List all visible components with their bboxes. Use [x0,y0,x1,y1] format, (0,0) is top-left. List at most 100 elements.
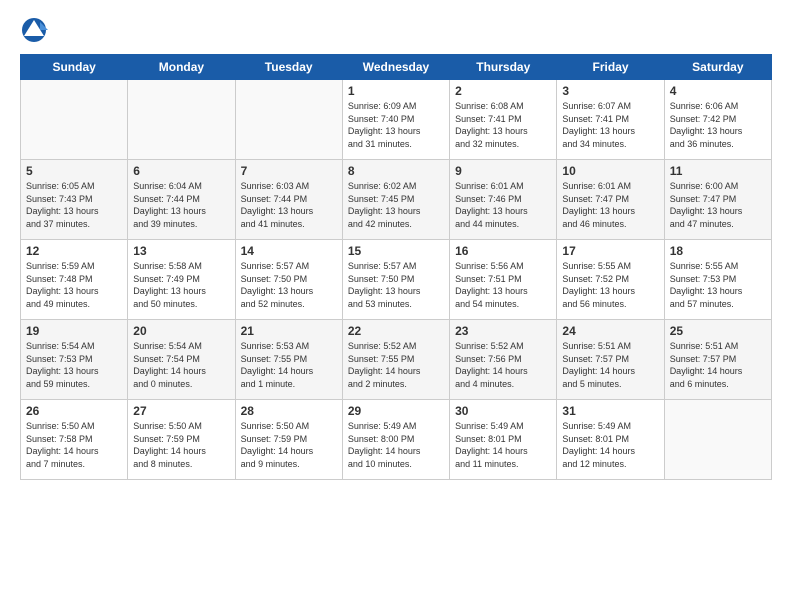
calendar-cell: 31Sunrise: 5:49 AM Sunset: 8:01 PM Dayli… [557,400,664,480]
day-info: Sunrise: 6:04 AM Sunset: 7:44 PM Dayligh… [133,180,229,230]
calendar-cell: 27 Sunrise: 5:50 AM Sunset: 7:59 PM Dayli… [128,400,235,480]
day-number: 3 [562,84,658,98]
calendar-cell: 29 Sunrise: 5:49 AM Sunset: 8:00 PM Dayli… [342,400,449,480]
day-info: Sunrise: 6:09 AM Sunset: 7:40 PM Dayligh… [348,100,444,150]
day-number: 23 [455,324,551,338]
day-info: Sunrise: 5:59 AM Sunset: 7:48 PM Dayligh… [26,260,122,310]
week-row-4: 19Sunrise: 5:54 AM Sunset: 7:53 PM Dayli… [21,320,772,400]
day-number: 11 [670,164,766,178]
weekday-header-sunday: Sunday [21,55,128,80]
day-number: 28 [241,404,337,418]
week-row-3: 12 Sunrise: 5:59 AM Sunset: 7:48 PM Dayli… [21,240,772,320]
calendar-cell: 4 Sunrise: 6:06 AM Sunset: 7:42 PM Daylig… [664,80,771,160]
day-number: 1 [348,84,444,98]
day-number: 18 [670,244,766,258]
day-info: Sunrise: 6:07 AM Sunset: 7:41 PM Dayligh… [562,100,658,150]
calendar-table: SundayMondayTuesdayWednesdayThursdayFrid… [20,54,772,480]
week-row-1: 1 Sunrise: 6:09 AM Sunset: 7:40 PM Daylig… [21,80,772,160]
calendar-cell: 1 Sunrise: 6:09 AM Sunset: 7:40 PM Daylig… [342,80,449,160]
day-info: Sunrise: 5:52 AM Sunset: 7:56 PM Dayligh… [455,340,551,390]
calendar-cell: 9 Sunrise: 6:01 AM Sunset: 7:46 PM Daylig… [450,160,557,240]
calendar-cell: 25Sunrise: 5:51 AM Sunset: 7:57 PM Dayli… [664,320,771,400]
day-number: 19 [26,324,122,338]
weekday-header-thursday: Thursday [450,55,557,80]
day-info: Sunrise: 5:57 AM Sunset: 7:50 PM Dayligh… [348,260,444,310]
day-number: 26 [26,404,122,418]
weekday-header-tuesday: Tuesday [235,55,342,80]
day-info: Sunrise: 6:03 AM Sunset: 7:44 PM Dayligh… [241,180,337,230]
calendar-cell: 19Sunrise: 5:54 AM Sunset: 7:53 PM Dayli… [21,320,128,400]
day-number: 24 [562,324,658,338]
day-info: Sunrise: 5:52 AM Sunset: 7:55 PM Dayligh… [348,340,444,390]
day-info: Sunrise: 6:06 AM Sunset: 7:42 PM Dayligh… [670,100,766,150]
day-info: Sunrise: 5:55 AM Sunset: 7:53 PM Dayligh… [670,260,766,310]
calendar-cell: 5 Sunrise: 6:05 AM Sunset: 7:43 PM Daylig… [21,160,128,240]
day-info: Sunrise: 6:02 AM Sunset: 7:45 PM Dayligh… [348,180,444,230]
day-info: Sunrise: 5:51 AM Sunset: 7:57 PM Dayligh… [562,340,658,390]
day-info: Sunrise: 6:08 AM Sunset: 7:41 PM Dayligh… [455,100,551,150]
day-info: Sunrise: 5:50 AM Sunset: 7:59 PM Dayligh… [133,420,229,470]
calendar-cell: 7 Sunrise: 6:03 AM Sunset: 7:44 PM Daylig… [235,160,342,240]
calendar-cell: 6 Sunrise: 6:04 AM Sunset: 7:44 PM Daylig… [128,160,235,240]
calendar-body: 1 Sunrise: 6:09 AM Sunset: 7:40 PM Daylig… [21,80,772,480]
day-number: 9 [455,164,551,178]
header [20,16,772,44]
day-number: 12 [26,244,122,258]
day-info: Sunrise: 5:49 AM Sunset: 8:01 PM Dayligh… [455,420,551,470]
day-info: Sunrise: 5:50 AM Sunset: 7:59 PM Dayligh… [241,420,337,470]
calendar-cell: 22 Sunrise: 5:52 AM Sunset: 7:55 PM Dayli… [342,320,449,400]
day-info: Sunrise: 5:58 AM Sunset: 7:49 PM Dayligh… [133,260,229,310]
day-info: Sunrise: 6:05 AM Sunset: 7:43 PM Dayligh… [26,180,122,230]
calendar-cell: 30 Sunrise: 5:49 AM Sunset: 8:01 PM Dayli… [450,400,557,480]
calendar-page: SundayMondayTuesdayWednesdayThursdayFrid… [0,0,792,612]
calendar-cell: 21 Sunrise: 5:53 AM Sunset: 7:55 PM Dayli… [235,320,342,400]
calendar-cell [21,80,128,160]
weekday-header-monday: Monday [128,55,235,80]
logo [20,16,52,44]
day-number: 6 [133,164,229,178]
weekday-row: SundayMondayTuesdayWednesdayThursdayFrid… [21,55,772,80]
logo-icon [20,16,48,44]
day-info: Sunrise: 5:54 AM Sunset: 7:54 PM Dayligh… [133,340,229,390]
day-info: Sunrise: 5:49 AM Sunset: 8:00 PM Dayligh… [348,420,444,470]
day-number: 8 [348,164,444,178]
calendar-cell: 15Sunrise: 5:57 AM Sunset: 7:50 PM Dayli… [342,240,449,320]
day-number: 27 [133,404,229,418]
day-number: 5 [26,164,122,178]
calendar-cell: 23 Sunrise: 5:52 AM Sunset: 7:56 PM Dayli… [450,320,557,400]
day-number: 13 [133,244,229,258]
day-number: 2 [455,84,551,98]
day-info: Sunrise: 5:56 AM Sunset: 7:51 PM Dayligh… [455,260,551,310]
calendar-cell: 24 Sunrise: 5:51 AM Sunset: 7:57 PM Dayli… [557,320,664,400]
calendar-cell: 28 Sunrise: 5:50 AM Sunset: 7:59 PM Dayli… [235,400,342,480]
day-info: Sunrise: 6:01 AM Sunset: 7:47 PM Dayligh… [562,180,658,230]
day-number: 7 [241,164,337,178]
calendar-cell: 16Sunrise: 5:56 AM Sunset: 7:51 PM Dayli… [450,240,557,320]
day-info: Sunrise: 5:53 AM Sunset: 7:55 PM Dayligh… [241,340,337,390]
day-number: 25 [670,324,766,338]
week-row-5: 26 Sunrise: 5:50 AM Sunset: 7:58 PM Dayli… [21,400,772,480]
day-number: 14 [241,244,337,258]
weekday-header-friday: Friday [557,55,664,80]
day-info: Sunrise: 5:57 AM Sunset: 7:50 PM Dayligh… [241,260,337,310]
day-number: 4 [670,84,766,98]
day-number: 20 [133,324,229,338]
day-number: 30 [455,404,551,418]
calendar-cell [664,400,771,480]
calendar-cell: 17Sunrise: 5:55 AM Sunset: 7:52 PM Dayli… [557,240,664,320]
calendar-cell: 8 Sunrise: 6:02 AM Sunset: 7:45 PM Daylig… [342,160,449,240]
calendar-cell [235,80,342,160]
week-row-2: 5 Sunrise: 6:05 AM Sunset: 7:43 PM Daylig… [21,160,772,240]
day-info: Sunrise: 5:50 AM Sunset: 7:58 PM Dayligh… [26,420,122,470]
weekday-header-wednesday: Wednesday [342,55,449,80]
day-number: 29 [348,404,444,418]
calendar-cell: 26 Sunrise: 5:50 AM Sunset: 7:58 PM Dayli… [21,400,128,480]
day-number: 10 [562,164,658,178]
calendar-cell: 13 Sunrise: 5:58 AM Sunset: 7:49 PM Dayli… [128,240,235,320]
day-number: 21 [241,324,337,338]
calendar-cell: 18 Sunrise: 5:55 AM Sunset: 7:53 PM Dayli… [664,240,771,320]
day-info: Sunrise: 6:01 AM Sunset: 7:46 PM Dayligh… [455,180,551,230]
day-number: 22 [348,324,444,338]
day-info: Sunrise: 5:55 AM Sunset: 7:52 PM Dayligh… [562,260,658,310]
calendar-header: SundayMondayTuesdayWednesdayThursdayFrid… [21,55,772,80]
